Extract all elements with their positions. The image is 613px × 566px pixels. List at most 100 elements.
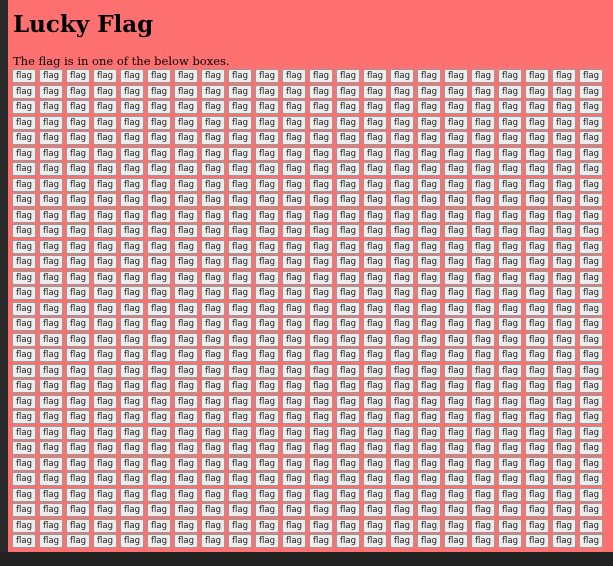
flag-button[interactable]: flag xyxy=(471,270,495,285)
flag-button[interactable]: flag xyxy=(174,146,198,161)
flag-button[interactable]: flag xyxy=(12,84,36,99)
flag-button[interactable]: flag xyxy=(66,131,90,145)
flag-button[interactable]: flag xyxy=(174,177,198,192)
flag-button[interactable]: flag xyxy=(363,534,387,548)
flag-button[interactable]: flag xyxy=(363,239,387,254)
flag-button[interactable]: flag xyxy=(363,487,387,502)
flag-button[interactable]: flag xyxy=(525,177,549,192)
flag-button[interactable]: flag xyxy=(390,379,414,393)
flag-button[interactable]: flag xyxy=(66,487,90,502)
flag-button[interactable]: flag xyxy=(579,379,603,393)
flag-button[interactable]: flag xyxy=(12,239,36,254)
flag-button[interactable]: flag xyxy=(579,255,603,269)
flag-button[interactable]: flag xyxy=(174,286,198,300)
flag-button[interactable]: flag xyxy=(363,363,387,378)
flag-button[interactable]: flag xyxy=(228,146,252,161)
flag-button[interactable]: flag xyxy=(444,100,468,114)
flag-button[interactable]: flag xyxy=(363,84,387,99)
flag-button[interactable]: flag xyxy=(471,286,495,300)
flag-button[interactable]: flag xyxy=(471,410,495,424)
flag-button[interactable]: flag xyxy=(93,441,117,455)
flag-button[interactable]: flag xyxy=(174,69,198,83)
flag-button[interactable]: flag xyxy=(417,456,441,471)
flag-button[interactable]: flag xyxy=(39,425,63,440)
flag-button[interactable]: flag xyxy=(363,472,387,486)
flag-button[interactable]: flag xyxy=(93,472,117,486)
flag-button[interactable]: flag xyxy=(444,425,468,440)
flag-button[interactable]: flag xyxy=(525,425,549,440)
flag-button[interactable]: flag xyxy=(498,472,522,486)
flag-button[interactable]: flag xyxy=(174,131,198,145)
flag-button[interactable]: flag xyxy=(336,84,360,99)
flag-button[interactable]: flag xyxy=(255,472,279,486)
flag-button[interactable]: flag xyxy=(498,363,522,378)
flag-button[interactable]: flag xyxy=(390,208,414,223)
flag-button[interactable]: flag xyxy=(12,363,36,378)
flag-button[interactable]: flag xyxy=(552,317,576,331)
flag-button[interactable]: flag xyxy=(552,115,576,130)
flag-button[interactable]: flag xyxy=(39,410,63,424)
flag-button[interactable]: flag xyxy=(93,286,117,300)
flag-button[interactable]: flag xyxy=(552,425,576,440)
flag-button[interactable]: flag xyxy=(579,115,603,130)
flag-button[interactable]: flag xyxy=(12,441,36,455)
flag-button[interactable]: flag xyxy=(39,239,63,254)
flag-button[interactable]: flag xyxy=(174,270,198,285)
flag-button[interactable]: flag xyxy=(228,503,252,517)
flag-button[interactable]: flag xyxy=(444,177,468,192)
flag-button[interactable]: flag xyxy=(417,301,441,316)
flag-button[interactable]: flag xyxy=(201,208,225,223)
flag-button[interactable]: flag xyxy=(147,472,171,486)
flag-button[interactable]: flag xyxy=(228,224,252,238)
flag-button[interactable]: flag xyxy=(552,503,576,517)
flag-button[interactable]: flag xyxy=(336,363,360,378)
flag-button[interactable]: flag xyxy=(579,472,603,486)
flag-button[interactable]: flag xyxy=(228,487,252,502)
flag-button[interactable]: flag xyxy=(579,363,603,378)
flag-button[interactable]: flag xyxy=(363,503,387,517)
flag-button[interactable]: flag xyxy=(39,162,63,176)
flag-button[interactable]: flag xyxy=(444,534,468,548)
flag-button[interactable]: flag xyxy=(120,286,144,300)
flag-button[interactable]: flag xyxy=(228,69,252,83)
flag-button[interactable]: flag xyxy=(444,472,468,486)
flag-button[interactable]: flag xyxy=(552,146,576,161)
flag-button[interactable]: flag xyxy=(390,348,414,362)
flag-button[interactable]: flag xyxy=(336,379,360,393)
flag-button[interactable]: flag xyxy=(579,270,603,285)
flag-button[interactable]: flag xyxy=(336,255,360,269)
flag-button[interactable]: flag xyxy=(147,518,171,533)
flag-button[interactable]: flag xyxy=(282,456,306,471)
flag-button[interactable]: flag xyxy=(228,239,252,254)
flag-button[interactable]: flag xyxy=(255,456,279,471)
flag-button[interactable]: flag xyxy=(444,441,468,455)
flag-button[interactable]: flag xyxy=(336,208,360,223)
flag-button[interactable]: flag xyxy=(147,317,171,331)
flag-button[interactable]: flag xyxy=(309,317,333,331)
flag-button[interactable]: flag xyxy=(579,239,603,254)
flag-button[interactable]: flag xyxy=(174,472,198,486)
flag-button[interactable]: flag xyxy=(336,472,360,486)
flag-button[interactable]: flag xyxy=(66,270,90,285)
flag-button[interactable]: flag xyxy=(201,193,225,207)
flag-button[interactable]: flag xyxy=(525,100,549,114)
flag-button[interactable]: flag xyxy=(255,208,279,223)
flag-button[interactable]: flag xyxy=(498,317,522,331)
flag-button[interactable]: flag xyxy=(579,317,603,331)
flag-button[interactable]: flag xyxy=(579,410,603,424)
flag-button[interactable]: flag xyxy=(12,270,36,285)
flag-button[interactable]: flag xyxy=(336,177,360,192)
flag-button[interactable]: flag xyxy=(201,425,225,440)
flag-button[interactable]: flag xyxy=(120,208,144,223)
flag-button[interactable]: flag xyxy=(579,518,603,533)
flag-button[interactable]: flag xyxy=(228,100,252,114)
flag-button[interactable]: flag xyxy=(390,534,414,548)
flag-button[interactable]: flag xyxy=(525,487,549,502)
flag-button[interactable]: flag xyxy=(498,193,522,207)
flag-button[interactable]: flag xyxy=(552,162,576,176)
flag-button[interactable]: flag xyxy=(174,162,198,176)
flag-button[interactable]: flag xyxy=(282,100,306,114)
flag-button[interactable]: flag xyxy=(147,503,171,517)
flag-button[interactable]: flag xyxy=(552,177,576,192)
flag-button[interactable]: flag xyxy=(552,456,576,471)
